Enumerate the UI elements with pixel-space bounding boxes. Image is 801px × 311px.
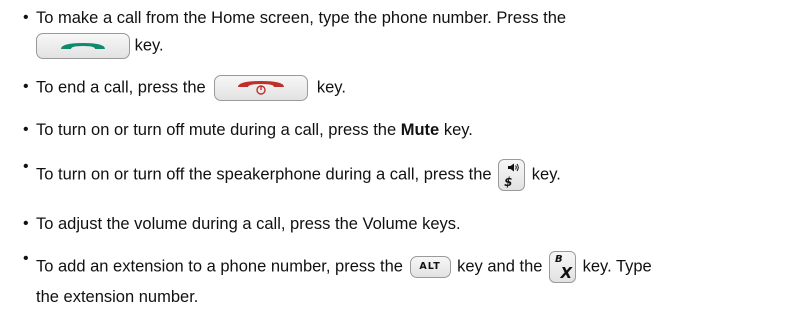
alt-key: ALT <box>409 256 451 278</box>
item-text: To end a call, press the key. <box>36 75 796 101</box>
mute-key-label: Mute <box>400 121 440 139</box>
bullet: • <box>23 9 29 26</box>
item-text-after: key. <box>316 78 346 97</box>
item-text-after: key. <box>443 121 473 139</box>
phone-end-icon <box>238 81 285 95</box>
key-glyph-bottom: X <box>560 264 573 282</box>
item-text: To adjust the volume during a call, pres… <box>36 215 461 233</box>
item-text: To turn on or turn off the speakerphone … <box>36 159 796 191</box>
phone-send-icon <box>61 43 105 49</box>
bullet: • <box>23 121 29 138</box>
item-text: To turn on or turn off mute during a cal… <box>36 118 796 142</box>
list-item: • To end a call, press the key. <box>0 75 801 103</box>
speaker-icon <box>508 163 519 172</box>
instruction-page: • To make a call from the Home screen, t… <box>0 0 801 311</box>
item-text-before: To add an extension to a phone number, p… <box>36 257 403 276</box>
item-line2: the extension number. <box>36 288 199 306</box>
send-key <box>36 33 130 59</box>
list-item: • To turn on or turn off the speakerphon… <box>0 158 801 193</box>
list-item: • To make a call from the Home screen, t… <box>0 6 801 59</box>
item-text-before: To end a call, press the <box>36 78 206 97</box>
item-text: To make a call from the Home screen, typ… <box>36 9 567 27</box>
item-text-before: To turn on or turn off mute during a cal… <box>36 121 397 139</box>
end-key <box>214 75 309 101</box>
item-text: To add an extension to a phone number, p… <box>36 251 796 283</box>
bullet: • <box>23 215 29 232</box>
bx-key: B X <box>549 251 577 283</box>
key-glyph: $ <box>504 175 513 189</box>
item-text-middle: key and the <box>457 257 543 276</box>
item-text-before: To turn on or turn off the speakerphone … <box>36 165 492 184</box>
item-text-after: key. <box>531 165 561 184</box>
list-item: • To add an extension to a phone number,… <box>0 250 801 309</box>
speakerphone-key: $ <box>498 159 526 191</box>
bullet: • <box>23 158 29 175</box>
list-item: • To turn on or turn off mute during a c… <box>0 118 801 144</box>
list-item: • To adjust the volume during a call, pr… <box>0 212 801 238</box>
bullet: • <box>23 250 29 267</box>
item-text-after: key. <box>134 36 164 55</box>
item-line2: key. <box>36 33 164 59</box>
item-text-after: key. Type <box>582 257 652 276</box>
bullet: • <box>23 78 29 95</box>
